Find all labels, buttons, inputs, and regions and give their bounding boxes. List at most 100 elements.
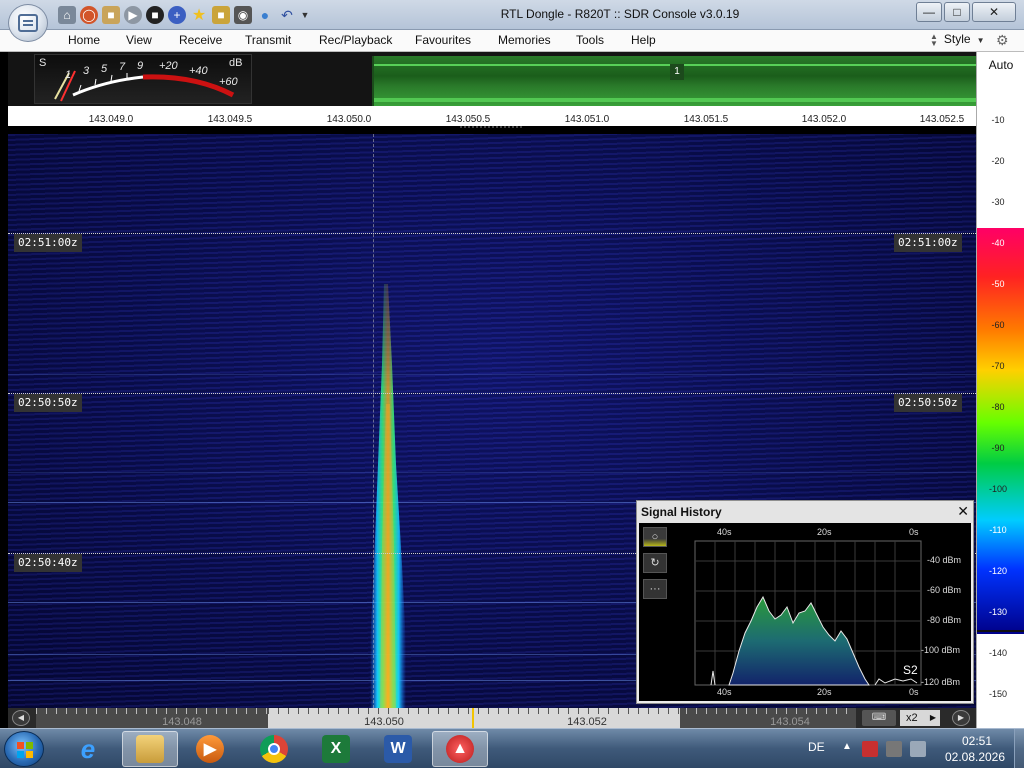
signal-trace: [370, 284, 406, 708]
band-ruler[interactable]: 143.048 143.050 143.052 143.054: [36, 708, 856, 728]
stop-icon[interactable]: ■: [146, 6, 164, 24]
undo-icon[interactable]: ↶: [278, 6, 296, 24]
show-desktop-button[interactable]: [1014, 729, 1024, 768]
s-meter-tick-plus60: +60: [219, 76, 238, 88]
title-bar: ⌂ ◯ ■ ▶ ■ + ★ ■ ◉ ● ↶ ▼ RTL Dongle - R82…: [0, 0, 1024, 30]
band-tuning-marker[interactable]: [472, 708, 474, 728]
network-icon[interactable]: [910, 741, 926, 757]
scale-label: -30: [991, 197, 1005, 207]
scroll-left-button[interactable]: ◀: [12, 710, 30, 726]
show-hidden-icons-button[interactable]: ▲: [842, 741, 852, 752]
signal-history-panel: Signal History ✕ ○ ↻ ··· 40s 20s 0s 40s …: [636, 500, 974, 704]
record-toggle-button[interactable]: ○: [643, 527, 667, 547]
gear-icon[interactable]: ⚙: [996, 32, 1009, 49]
windows-logo-icon: [17, 742, 33, 758]
close-button[interactable]: ✕: [972, 2, 1016, 22]
clock-time[interactable]: 02:51: [944, 734, 1010, 748]
menu-rec-playback[interactable]: Rec/Playback: [319, 33, 392, 47]
signal-history-plot: [694, 540, 922, 686]
taskbar-windows-explorer[interactable]: [122, 731, 178, 767]
usb-device-icon[interactable]: [862, 741, 878, 757]
keyboard-icon[interactable]: ⌨: [862, 710, 896, 726]
menu-transmit[interactable]: Transmit: [245, 33, 291, 47]
excel-icon: X: [322, 735, 350, 763]
top-panel: S dB 1 3 5 7 9 +20 +40 +60 1: [8, 52, 976, 106]
sh-level-label: -120 dBm: [921, 677, 961, 687]
star-icon[interactable]: ★: [190, 6, 208, 24]
band-visible-range[interactable]: [268, 708, 680, 728]
s-meter-tick-3: 3: [83, 65, 90, 77]
lifebuoy-icon[interactable]: ◯: [80, 6, 98, 24]
freq-label: 143.050.5: [445, 114, 491, 125]
close-icon[interactable]: ✕: [957, 503, 969, 520]
menu-help[interactable]: Help: [631, 33, 656, 47]
timestamp-label: 02:50:50z: [14, 394, 82, 412]
scale-threshold-line[interactable]: [977, 630, 1024, 632]
clock-date[interactable]: 02.08.2026: [940, 750, 1010, 764]
flag-icon[interactable]: [886, 741, 902, 757]
app-menu-orb[interactable]: [8, 4, 48, 42]
zoom-selector[interactable]: x2 ▶: [900, 710, 940, 726]
spin-icon[interactable]: ▲ ▼: [930, 32, 938, 47]
reset-button[interactable]: ↻: [643, 553, 667, 573]
menu-home[interactable]: Home: [68, 33, 100, 47]
frequency-axis[interactable]: 143.049.0 143.049.5 143.050.0 143.050.5 …: [8, 106, 976, 130]
sh-time-label-bottom: 20s: [817, 687, 832, 697]
scale-label: -140: [988, 648, 1007, 658]
word-icon: W: [384, 735, 412, 763]
folder-icon[interactable]: ■: [102, 6, 120, 24]
menu-view[interactable]: View: [126, 33, 152, 47]
taskbar-excel[interactable]: X: [308, 731, 364, 767]
camera-icon[interactable]: ◉: [234, 6, 252, 24]
scroll-right-button[interactable]: ▶: [952, 710, 970, 726]
sh-time-label-top: 40s: [717, 527, 732, 537]
sh-level-label: -60 dBm: [927, 585, 962, 595]
level-scale[interactable]: Auto -10 -20 -30 -40 -50 -60 -70 -80 -90…: [976, 52, 1024, 728]
taskbar-sdr-console[interactable]: ▲: [432, 731, 488, 767]
drop-icon[interactable]: ●: [256, 6, 274, 24]
s-meter-tick-7: 7: [119, 61, 126, 73]
splitter-handle[interactable]: [460, 126, 524, 128]
play-icon[interactable]: ▶: [124, 6, 142, 24]
signal-history-chart: 40s 20s 0s 40s 20s 0s -40 dBm -60 dBm -8…: [689, 523, 971, 701]
plus-icon[interactable]: +: [168, 6, 186, 24]
menu-tools[interactable]: Tools: [576, 33, 604, 47]
language-indicator[interactable]: DE: [808, 740, 825, 754]
menu-receive[interactable]: Receive: [179, 33, 222, 47]
lock-icon[interactable]: ■: [212, 6, 230, 24]
vfo-marker[interactable]: 1: [670, 64, 684, 80]
signal-history-title: Signal History: [641, 505, 722, 519]
signal-history-header[interactable]: Signal History ✕: [637, 501, 973, 523]
s-meter: S dB 1 3 5 7 9 +20 +40 +60: [34, 54, 252, 104]
scale-label: -70: [991, 361, 1005, 371]
spectrum-display[interactable]: 1: [372, 56, 976, 106]
time-rule: [8, 233, 976, 234]
taskbar-word[interactable]: W: [370, 731, 426, 767]
s-meter-tick-5: 5: [101, 63, 108, 75]
scale-label: -50: [991, 279, 1005, 289]
scale-label: -130: [988, 607, 1007, 617]
freq-label: 143.049.5: [207, 114, 253, 125]
quick-access-toolbar: ⌂ ◯ ■ ▶ ■ + ★ ■ ◉ ● ↶ ▼: [58, 6, 310, 24]
options-button[interactable]: ···: [643, 579, 667, 599]
maximize-button[interactable]: □: [944, 2, 970, 22]
taskbar-chrome[interactable]: [246, 731, 302, 767]
s-meter-tick-plus20: +20: [159, 60, 178, 72]
radio-tower-icon: ▲: [446, 735, 474, 763]
dropdown-arrow-icon[interactable]: ▼: [300, 6, 310, 24]
sh-time-label-top: 0s: [909, 527, 919, 537]
menu-favourites[interactable]: Favourites: [415, 33, 471, 47]
sh-level-label: -80 dBm: [927, 615, 962, 625]
taskbar-media-player[interactable]: ▶: [182, 731, 238, 767]
style-menu[interactable]: ▲ ▼ Style ▼: [930, 32, 985, 47]
timestamp-label: 02:50:50z: [894, 394, 962, 412]
menu-memories[interactable]: Memories: [498, 33, 551, 47]
scale-label: -20: [991, 156, 1005, 166]
home-icon[interactable]: ⌂: [58, 6, 76, 24]
auto-scale-button[interactable]: Auto: [977, 58, 1024, 72]
minimize-button[interactable]: —: [916, 2, 942, 22]
freq-label: 143.052.0: [801, 114, 847, 125]
start-button[interactable]: [4, 731, 44, 767]
taskbar-internet-explorer[interactable]: e: [60, 731, 116, 767]
scale-label: -10: [991, 115, 1005, 125]
